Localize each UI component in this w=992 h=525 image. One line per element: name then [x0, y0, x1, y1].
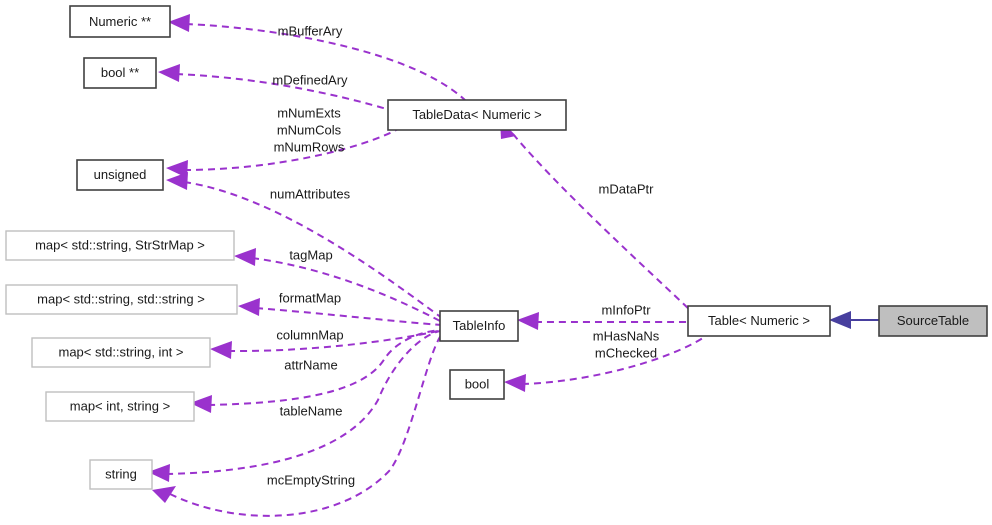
edges-layer	[148, 14, 879, 517]
edge-label-mnumrows: mNumRows	[274, 139, 345, 154]
edge-label-mnumexts: mNumExts	[277, 105, 341, 120]
node-label: TableData< Numeric >	[412, 107, 541, 122]
edge-label-columnmap: columnMap	[276, 327, 343, 342]
node-table-numeric[interactable]: Table< Numeric >	[687, 305, 831, 337]
arrowhead-numeric-pp	[168, 14, 190, 32]
edge-label-numattributes: numAttributes	[270, 186, 351, 201]
arrowhead-map-str-str	[238, 298, 260, 316]
arrowhead-inheritance	[829, 311, 851, 329]
edge-label-mchecked: mChecked	[595, 345, 657, 360]
edge-label-mhasnans: mHasNaNs	[593, 328, 660, 343]
node-map-string-strstrmap[interactable]: map< std::string, StrStrMap >	[5, 230, 235, 261]
edge-formatmap	[255, 307, 443, 326]
edge-label-tagmap: tagMap	[289, 247, 332, 262]
node-label: SourceTable	[897, 313, 969, 328]
edge-label-mdefinedary: mDefinedAry	[272, 72, 348, 87]
edge-label-attrname: attrName	[284, 357, 337, 372]
arrowhead-tableinfo	[517, 312, 539, 330]
node-tableinfo[interactable]: TableInfo	[439, 310, 519, 342]
node-unsigned[interactable]: unsigned	[76, 159, 164, 191]
arrowhead-bool-pp	[158, 64, 180, 82]
node-label: Numeric **	[89, 14, 151, 29]
arrowhead-map-str-int	[210, 341, 232, 359]
edge-label-formatmap: formatMap	[279, 290, 341, 305]
arrowhead-map-strstrmap	[234, 248, 256, 266]
node-bool[interactable]: bool	[449, 369, 505, 400]
node-label: map< std::string, int >	[58, 344, 183, 359]
collaboration-diagram: Numeric ** bool ** TableData< Numeric > …	[0, 0, 992, 525]
node-tabledata-numeric[interactable]: TableData< Numeric >	[387, 99, 567, 131]
edge-label-mbufferary: mBufferAry	[278, 23, 343, 38]
node-map-string-string[interactable]: map< std::string, std::string >	[5, 284, 238, 315]
arrowhead-bool	[504, 374, 526, 392]
node-label: map< int, string >	[70, 398, 170, 413]
node-label: bool	[465, 376, 490, 391]
node-label: TableInfo	[453, 318, 506, 333]
node-numeric-pointer-pointer[interactable]: Numeric **	[69, 5, 171, 38]
node-map-int-string[interactable]: map< int, string >	[45, 391, 195, 422]
node-label: string	[105, 466, 137, 481]
edge-mdataptr	[512, 133, 691, 311]
node-string[interactable]: string	[89, 459, 153, 490]
arrowhead-unsigned-bottom	[166, 172, 188, 190]
edge-label-mdataptr: mDataPtr	[599, 181, 655, 196]
edge-label-tablename: tableName	[280, 403, 343, 418]
node-map-string-int[interactable]: map< std::string, int >	[31, 337, 211, 368]
edge-label-minfoptr: mInfoPtr	[601, 302, 651, 317]
edge-label-mcemptystring: mcEmptyString	[267, 472, 355, 487]
nodes-layer: Numeric ** bool ** TableData< Numeric > …	[5, 5, 988, 490]
diagram-canvas: Numeric ** bool ** TableData< Numeric > …	[5, 5, 988, 517]
node-label: Table< Numeric >	[708, 313, 810, 328]
node-label: map< std::string, StrStrMap >	[35, 237, 205, 252]
edge-labels-layer: mBufferAry mDefinedAry mNumExts mNumCols…	[267, 23, 660, 487]
node-label: bool **	[101, 65, 139, 80]
node-sourcetable[interactable]: SourceTable	[878, 305, 988, 337]
node-bool-pointer-pointer[interactable]: bool **	[83, 57, 157, 89]
node-label: unsigned	[94, 167, 147, 182]
node-label: map< std::string, std::string >	[37, 291, 205, 306]
edge-label-mnumcols: mNumCols	[277, 122, 342, 137]
